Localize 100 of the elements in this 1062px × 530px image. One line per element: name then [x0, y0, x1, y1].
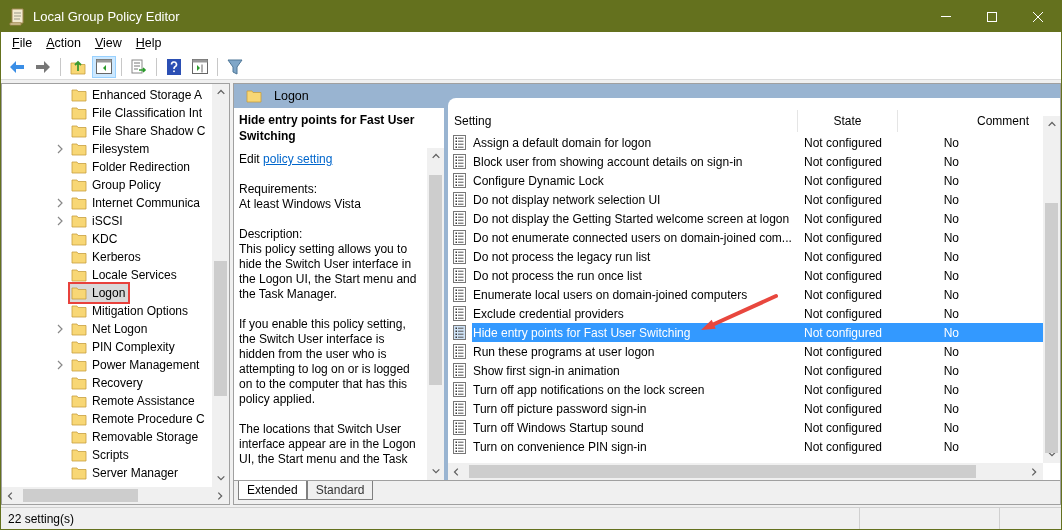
edit-policy-text: Edit policy setting	[239, 152, 334, 167]
setting-name: Do not display the Getting Started welcome screen at logon	[473, 211, 790, 226]
description-paragraph: If you enable this policy setting, the Switch User interface is hidden from the user who is attempting to log on or is logged on to the computer that has this policy applied.	[239, 317, 411, 407]
comment-cell-text: No	[942, 400, 960, 418]
tree-item[interactable]: Remote Procedure C	[70, 410, 208, 428]
policy-title: Hide entry points for Fast User Switching	[239, 112, 416, 144]
comment-cell-text: No	[942, 267, 960, 285]
tree-item[interactable]: Folder Redirection	[70, 158, 194, 176]
setting-name: Do not process the run once list	[473, 268, 642, 283]
requirements-label: Requirements:	[239, 182, 319, 197]
table-row[interactable]: Turn off Windows Startup sound Not configured No	[450, 418, 1043, 437]
setting-name: Turn off app notifications on the lock screen	[473, 382, 705, 397]
column-header[interactable]: State	[798, 110, 898, 132]
menu-item[interactable]: File	[5, 33, 40, 53]
setting-name: Show first sign-in animation	[473, 363, 620, 378]
comment-cell-text: No	[942, 324, 960, 342]
setting-name: Exclude credential providers	[473, 306, 624, 321]
window-title: Local Group Policy Editor	[33, 7, 180, 26]
header-title: Logon	[274, 87, 309, 105]
menu-item[interactable]: Action	[39, 33, 88, 53]
setting-name: Do not enumerate connected users on domain-joined com...	[473, 230, 792, 245]
tree-item[interactable]: Logon	[70, 284, 129, 302]
view-tab[interactable]: Standard	[306, 481, 374, 500]
state-cell-text: Not configured	[803, 419, 884, 437]
comment-cell-text: No	[942, 286, 960, 304]
view-tab[interactable]: Extended	[238, 481, 307, 500]
tree-item[interactable]: Remote Assistance	[70, 392, 198, 410]
tree-item[interactable]: Removable Storage	[70, 428, 202, 446]
tree-item[interactable]: iSCSI	[70, 212, 126, 230]
state-cell-text: Not configured	[803, 324, 884, 342]
table-row[interactable]: Turn off app notifications on the lock screen Not configured No	[450, 380, 1043, 399]
tree-item[interactable]: Server Manager	[70, 464, 182, 482]
comment-cell-text: No	[942, 229, 960, 247]
tree-item[interactable]: Scripts	[70, 446, 132, 464]
comment-cell-text: No	[942, 362, 960, 380]
tree-item[interactable]: Internet Communica	[70, 194, 204, 212]
table-row[interactable]: Do not display network selection UI Not configured No	[450, 190, 1043, 209]
setting-name: Turn off picture password sign-in	[473, 401, 647, 416]
tree-item[interactable]: Recovery	[70, 374, 146, 392]
comment-cell-text: No	[942, 248, 960, 266]
policy-setting-link[interactable]: policy setting	[263, 152, 333, 166]
requirements-text: At least Windows Vista	[239, 197, 362, 212]
table-row[interactable]: Turn on convenience PIN sign-in Not configured No	[450, 437, 1043, 456]
state-cell-text: Not configured	[803, 438, 884, 456]
setting-name: Turn on convenience PIN sign-in	[473, 439, 647, 454]
state-cell-text: Not configured	[803, 172, 884, 190]
setting-name: Run these programs at user logon	[473, 344, 655, 359]
tree-item[interactable]: Locale Services	[70, 266, 180, 284]
table-row[interactable]: Configure Dynamic Lock Not configured No	[450, 171, 1043, 190]
menu-item[interactable]: View	[87, 33, 129, 53]
table-row[interactable]: Do not process the run once list Not configured No	[450, 266, 1043, 285]
setting-name: Configure Dynamic Lock	[473, 173, 604, 188]
comment-cell-text: No	[942, 343, 960, 361]
table-row[interactable]: Exclude credential providers Not configured No	[450, 304, 1043, 323]
tree-item[interactable]: KDC	[70, 230, 121, 248]
table-row[interactable]: Assign a default domain for logon Not configured No	[450, 133, 1043, 152]
table-row[interactable]: Show first sign-in animation Not configured No	[450, 361, 1043, 380]
tree-item[interactable]: File Classification Int	[70, 104, 206, 122]
tree-item[interactable]: Enhanced Storage A	[70, 86, 206, 104]
description-label: Description:	[239, 227, 304, 242]
state-cell-text: Not configured	[803, 381, 884, 399]
comment-cell-text: No	[942, 210, 960, 228]
tree-item[interactable]: Filesystem	[70, 140, 153, 158]
comment-cell-text: No	[942, 191, 960, 209]
setting-name: Turn off Windows Startup sound	[473, 420, 644, 435]
menu-item[interactable]: Help	[128, 33, 169, 53]
tree-item[interactable]: File Share Shadow C	[70, 122, 209, 140]
setting-name: Do not process the legacy run list	[473, 249, 651, 264]
comment-cell-text: No	[942, 419, 960, 437]
comment-cell-text: No	[942, 134, 960, 152]
setting-name: Block user from showing account details on sign-in	[473, 154, 743, 169]
state-cell-text: Not configured	[803, 134, 884, 152]
description-paragraph: This policy setting allows you to hide the Switch User interface in the Logon UI, the Start menu and the Task Manager.	[239, 242, 418, 302]
setting-name: Assign a default domain for logon	[473, 135, 652, 150]
tree-item[interactable]: Kerberos	[70, 248, 144, 266]
comment-cell-text: No	[942, 381, 960, 399]
description-paragraph: The locations that Switch User interface appear are in the Logon UI, the Start menu and the Task	[239, 422, 417, 467]
state-cell-text: Not configured	[803, 248, 884, 266]
tree-item[interactable]: Net Logon	[70, 320, 151, 338]
state-cell-text: Not configured	[803, 400, 884, 418]
tree-item[interactable]: Mitigation Options	[70, 302, 192, 320]
table-row[interactable]: Run these programs at user logon Not configured No	[450, 342, 1043, 361]
table-row[interactable]: Do not enumerate connected users on domain-joined com... Not configured No	[450, 228, 1043, 247]
column-header[interactable]: Setting	[450, 110, 798, 132]
table-row[interactable]: Block user from showing account details on sign-in Not configured No	[450, 152, 1043, 171]
state-cell-text: Not configured	[803, 229, 884, 247]
tree-item[interactable]: Group Policy	[70, 176, 164, 194]
column-header[interactable]: Comment	[898, 110, 1043, 132]
tree-item[interactable]: PIN Complexity	[70, 338, 178, 356]
table-row[interactable]: Do not process the legacy run list Not configured No	[450, 247, 1043, 266]
state-cell-text: Not configured	[803, 343, 884, 361]
comment-cell-text: No	[942, 438, 960, 456]
table-row[interactable]: Do not display the Getting Started welcome screen at logon Not configured No	[450, 209, 1043, 228]
table-row[interactable]: Enumerate local users on domain-joined computers Not configured No	[450, 285, 1043, 304]
status-text: 22 setting(s)	[7, 510, 75, 528]
setting-name: Hide entry points for Fast User Switching	[473, 325, 691, 340]
comment-cell-text: No	[942, 153, 960, 171]
tree-item[interactable]: Power Management	[70, 356, 203, 374]
table-row[interactable]: Turn off picture password sign-in Not configured No	[450, 399, 1043, 418]
state-cell-text: Not configured	[803, 305, 884, 323]
